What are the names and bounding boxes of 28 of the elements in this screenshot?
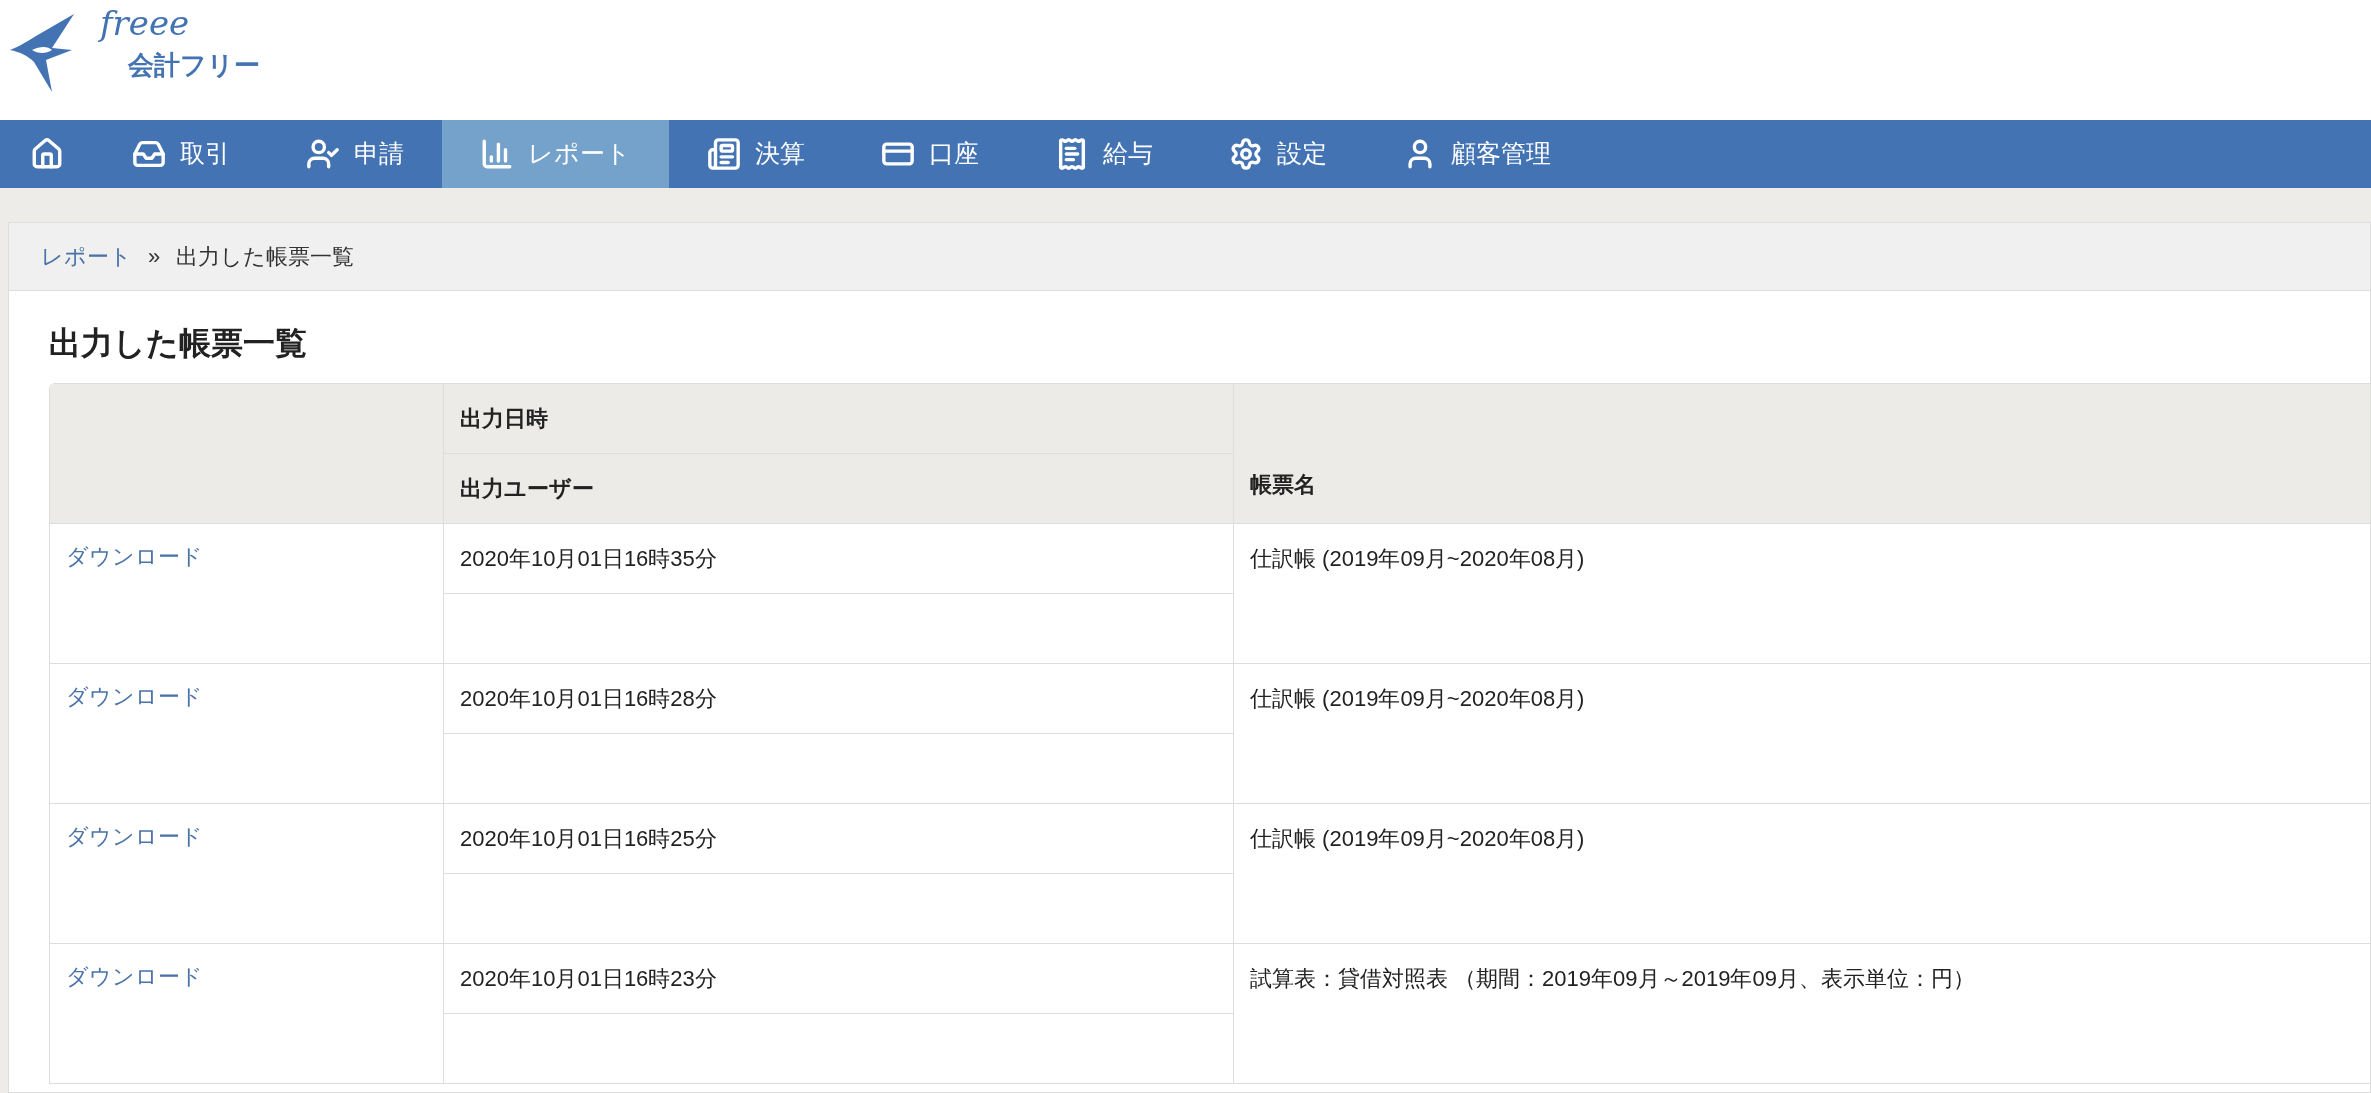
- settings-icon: [1229, 137, 1263, 171]
- page-title: 出力した帳票一覧: [49, 324, 308, 363]
- table-cell: 2020年10月01日16時23分: [444, 944, 1234, 1014]
- download-link[interactable]: ダウンロード: [66, 684, 203, 709]
- logo[interactable]: freee 会計フリー: [6, 6, 260, 92]
- table-cell: 2020年10月01日16時25分: [444, 804, 1234, 874]
- download-link[interactable]: ダウンロード: [66, 544, 203, 569]
- document-stack-icon: [707, 137, 741, 171]
- user-check-icon: [306, 137, 340, 171]
- table-cell: 仕訳帳 (2019年09月~2020年08月): [1250, 546, 1585, 571]
- table-cell: 仕訳帳 (2019年09月~2020年08月): [1250, 686, 1585, 711]
- bar-chart-icon: [480, 137, 514, 171]
- breadcrumb-current: 出力した帳票一覧: [176, 243, 355, 271]
- table-cell: 仕訳帳 (2019年09月~2020年08月): [1250, 826, 1585, 851]
- table-cell: 2020年10月01日16時28分: [444, 664, 1234, 734]
- breadcrumb-separator: »: [148, 243, 161, 271]
- header-cell: 出力ユーザー: [444, 454, 1234, 524]
- header-cell: 帳票名: [1234, 384, 2370, 524]
- table-cell: 2020年10月01日16時35分: [444, 524, 1234, 594]
- download-link[interactable]: ダウンロード: [66, 964, 203, 989]
- logo-script: freee: [100, 6, 191, 40]
- logo-name: 会計フリー: [128, 52, 260, 78]
- header-cell: 出力日時: [444, 384, 1234, 454]
- home-icon: [30, 137, 64, 171]
- breadcrumb-link[interactable]: レポート: [41, 240, 132, 273]
- nav-tab[interactable]: レポート: [442, 120, 669, 188]
- table-cell: 試算表：貸借対照表 （期間：2019年09月～2019年09月、表示単位：円）: [1250, 966, 1975, 991]
- download-link[interactable]: ダウンロード: [66, 824, 203, 849]
